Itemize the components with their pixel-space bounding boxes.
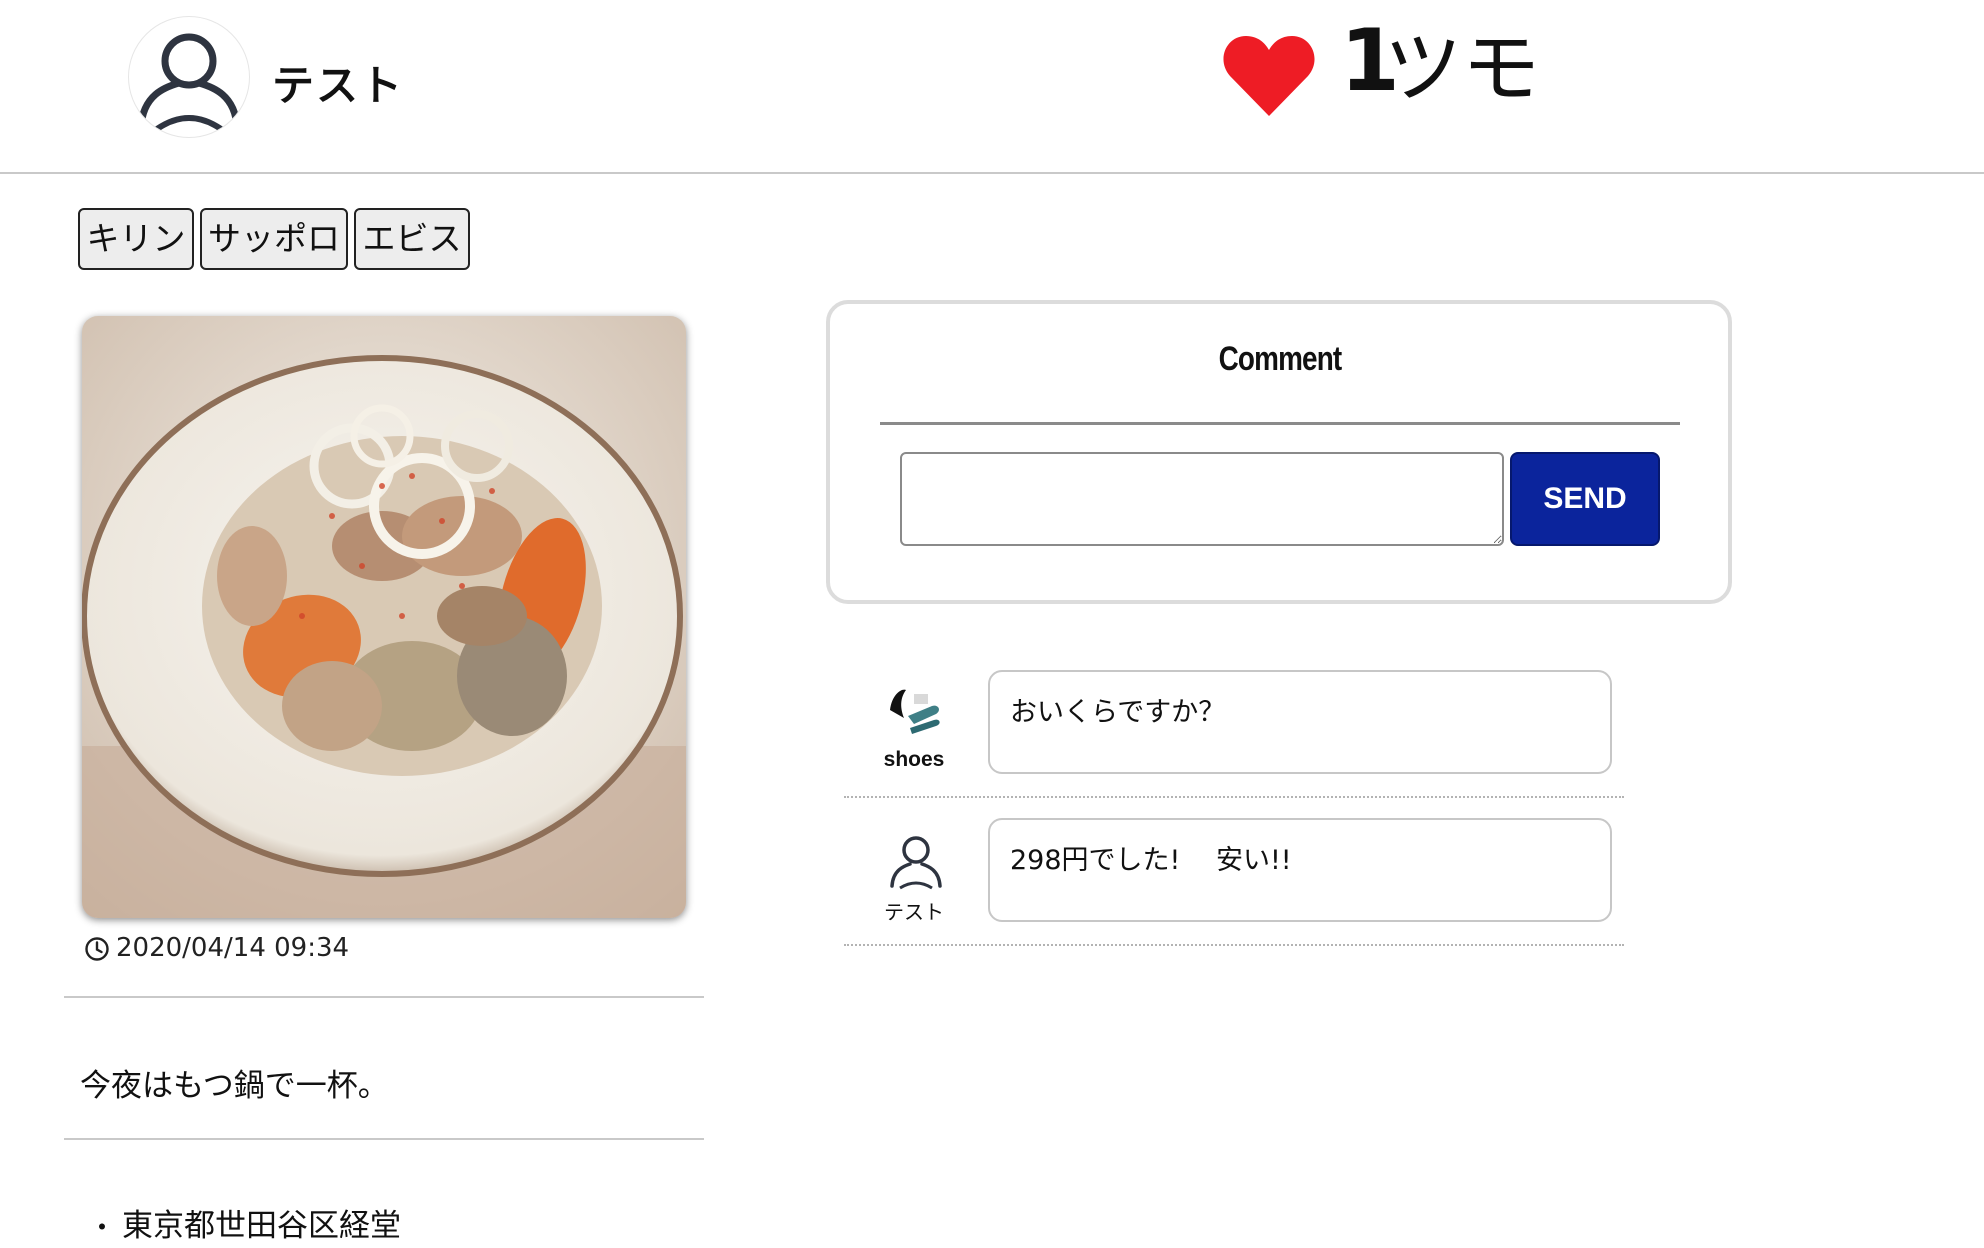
- comment-input[interactable]: [900, 452, 1504, 546]
- divider: [64, 1138, 704, 1140]
- user-avatar[interactable]: [128, 16, 250, 138]
- shoes-avatar-icon: [886, 682, 946, 742]
- user-silhouette-icon: [890, 836, 942, 890]
- post-caption: 今夜はもつ鍋で一杯。: [80, 1068, 389, 1104]
- commenter-name: テスト: [884, 900, 944, 924]
- location-bullet: ・: [88, 1211, 117, 1244]
- food-photo: [82, 316, 686, 918]
- tag-ebisu[interactable]: エビス: [354, 208, 470, 270]
- comment-item: shoes おいくらですか？: [844, 670, 1624, 816]
- user-silhouette-icon: [137, 33, 241, 132]
- comment-form-title: Comment: [1218, 340, 1343, 378]
- clock-icon: [85, 937, 109, 961]
- tag-sapporo[interactable]: サッポロ: [200, 208, 348, 270]
- like-unit-label: ツモ: [1384, 24, 1541, 114]
- post-photo: [82, 316, 686, 918]
- commenter-avatar[interactable]: [884, 828, 948, 892]
- divider: [64, 996, 704, 998]
- heart-icon[interactable]: [1222, 34, 1316, 118]
- commenter-avatar[interactable]: [884, 680, 948, 744]
- commenter-name: shoes: [883, 748, 945, 771]
- profile-username: テスト: [272, 61, 405, 110]
- comment-item: テスト 298円でした! 安い!!: [844, 818, 1624, 964]
- tag-kirin[interactable]: キリン: [78, 208, 194, 270]
- comment-divider: [844, 944, 1624, 946]
- post-location[interactable]: 東京都世田谷区経堂: [122, 1200, 401, 1245]
- comment-form-divider: [880, 422, 1680, 425]
- comment-text: 298円でした! 安い!!: [988, 818, 1612, 922]
- post-timestamp: 2020/04/14 09:34: [116, 933, 350, 963]
- comment-text: おいくらですか？: [988, 670, 1612, 774]
- send-button[interactable]: SEND: [1510, 452, 1660, 546]
- comment-divider: [844, 796, 1624, 798]
